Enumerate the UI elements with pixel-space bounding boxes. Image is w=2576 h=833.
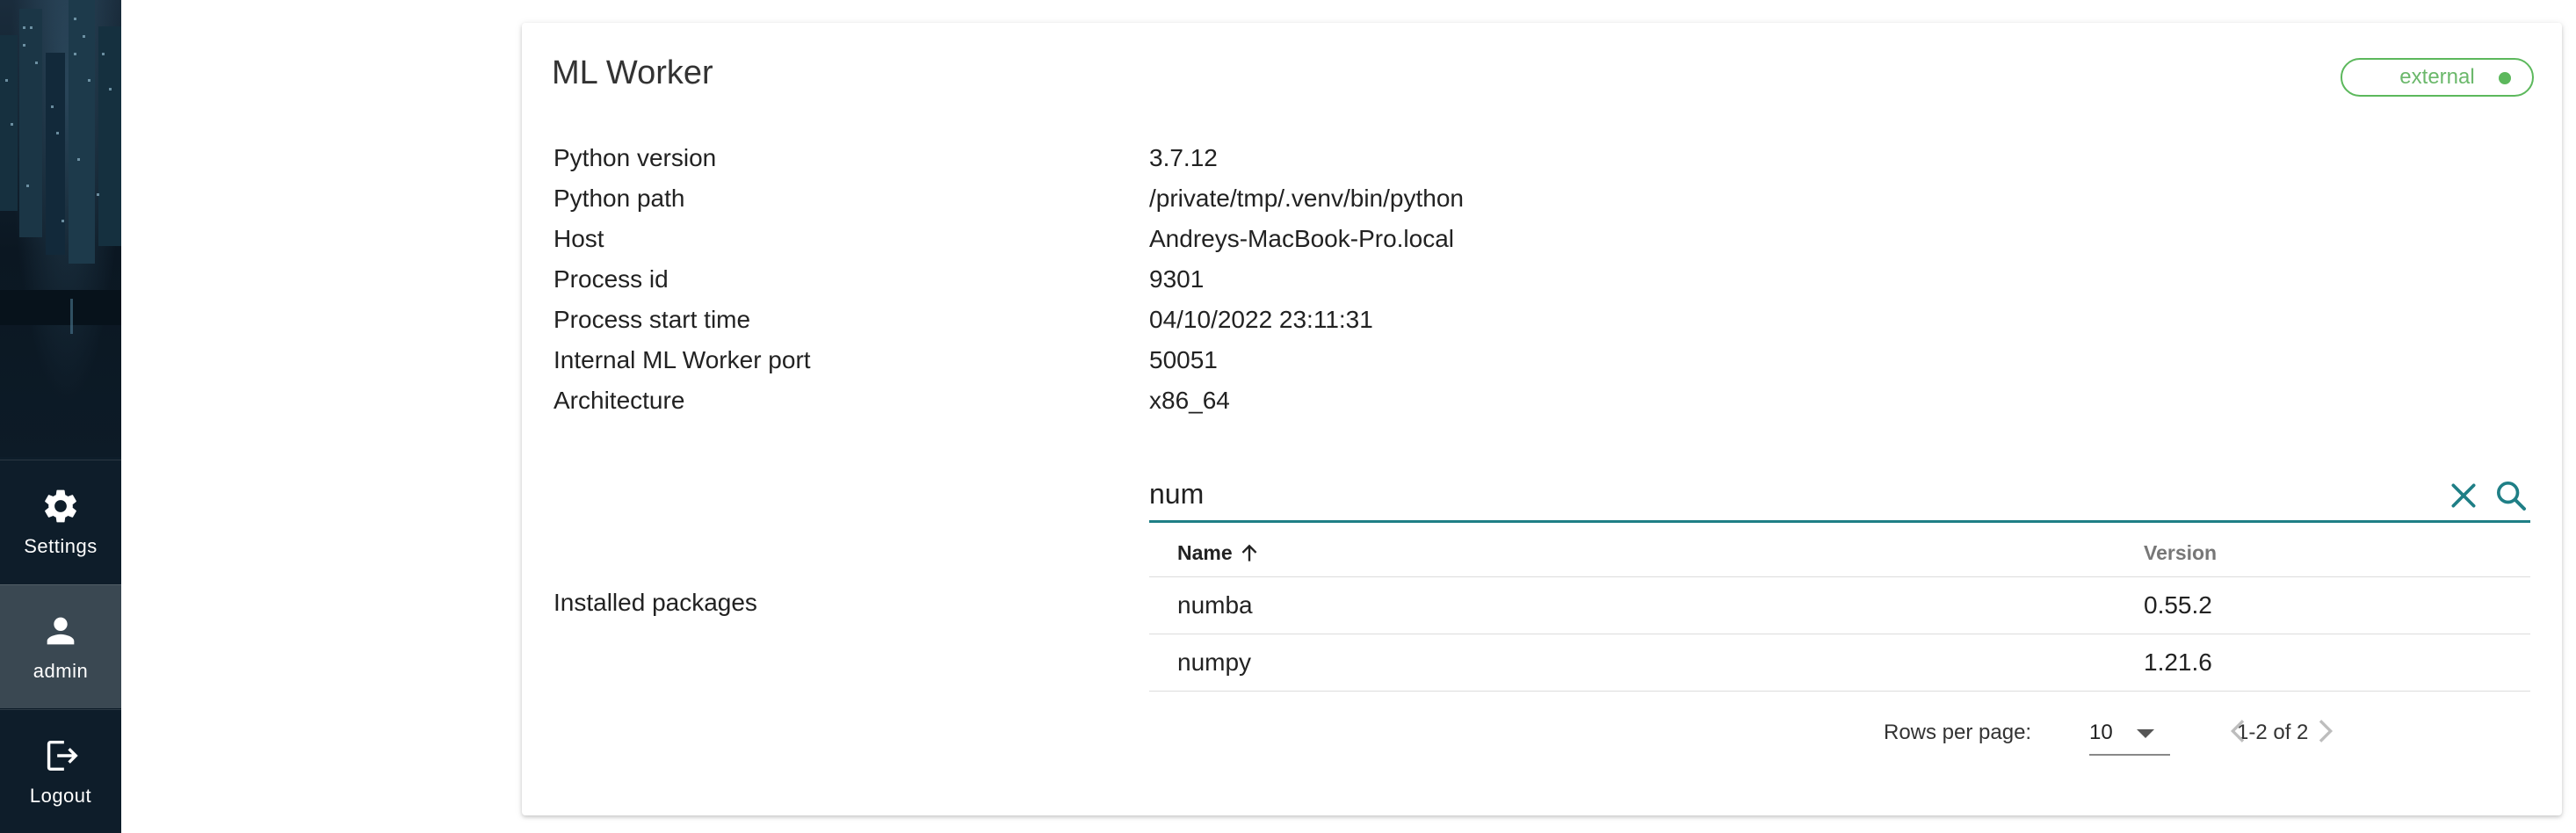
sort-ascending-icon — [1241, 544, 1257, 561]
rows-per-page-label: Rows per page: — [1884, 721, 2032, 744]
info-label: Python version — [554, 144, 717, 171]
sidebar-item-admin[interactable]: admin — [0, 584, 121, 708]
sidebar-item-label: Settings — [24, 535, 98, 557]
info-label: Process id — [554, 265, 669, 293]
info-value: x86_64 — [1149, 387, 1230, 414]
status-badge-label: external — [2399, 65, 2475, 89]
rows-per-page-value: 10 — [2089, 721, 2113, 744]
info-label: Process start time — [554, 306, 751, 333]
info-label: Internal ML Worker port — [554, 346, 811, 373]
sidebar-item-settings[interactable]: Settings — [0, 460, 121, 583]
info-value: 50051 — [1149, 346, 1218, 373]
logout-icon — [47, 740, 78, 771]
table-row: numpy 1.21.6 — [1149, 634, 2530, 692]
search-icon[interactable] — [2493, 478, 2529, 513]
info-label: Architecture — [554, 387, 685, 414]
chevron-down-icon — [2137, 729, 2154, 738]
installed-packages-label: Installed packages — [554, 589, 757, 616]
person-icon — [47, 617, 75, 645]
sidebar-item-label: Logout — [29, 785, 92, 807]
info-label: Python path — [554, 185, 685, 212]
info-value: /private/tmp/.venv/bin/python — [1149, 185, 1464, 212]
rows-per-page-select[interactable]: 10 — [2089, 710, 2170, 756]
sidebar: Settings admin Logout — [0, 0, 121, 833]
ml-worker-card: ML Worker external Python version 3.7.12… — [522, 23, 2562, 815]
table-row: numba 0.55.2 — [1149, 577, 2530, 634]
sidebar-item-logout[interactable]: Logout — [0, 709, 121, 833]
column-header-version[interactable]: Version — [2144, 541, 2217, 565]
page-title: ML Worker — [552, 54, 713, 91]
gear-icon — [45, 489, 76, 523]
table-header: Name Version — [1149, 527, 2530, 577]
packages-table: Name Version numba 0.55.2 numpy 1.21.6 — [1149, 527, 2530, 692]
sidebar-item-label: admin — [33, 660, 89, 682]
info-label: Host — [554, 225, 604, 252]
clear-icon[interactable] — [2446, 478, 2481, 513]
package-search — [1149, 471, 2530, 523]
package-search-input[interactable] — [1149, 471, 2414, 517]
package-version: 0.55.2 — [2144, 591, 2212, 619]
sidebar-background-image — [0, 0, 121, 457]
info-value: 3.7.12 — [1149, 144, 1218, 171]
previous-page-icon[interactable] — [2221, 713, 2256, 749]
package-name: numba — [1177, 591, 1253, 619]
column-header-label: Name — [1177, 541, 1233, 564]
status-dot — [2499, 72, 2511, 84]
column-header-name[interactable]: Name — [1177, 541, 1261, 565]
next-page-icon[interactable] — [2307, 713, 2342, 749]
package-version: 1.21.6 — [2144, 648, 2212, 676]
info-value: Andreys-MacBook-Pro.local — [1149, 225, 1455, 252]
info-value: 9301 — [1149, 265, 1205, 293]
info-value: 04/10/2022 23:11:31 — [1149, 306, 1373, 333]
status-badge: external — [2341, 58, 2534, 97]
package-name: numpy — [1177, 648, 1252, 676]
